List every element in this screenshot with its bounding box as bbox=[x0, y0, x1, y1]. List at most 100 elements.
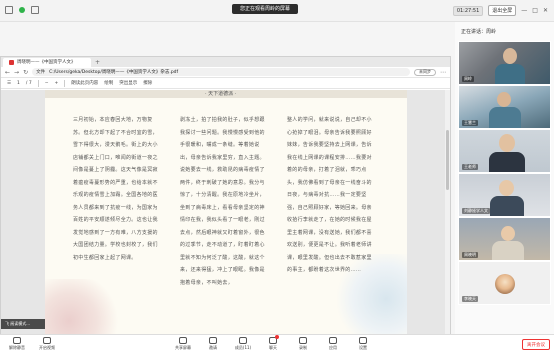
page-current[interactable]: 1 bbox=[17, 81, 20, 86]
share-screen-icon bbox=[179, 337, 187, 344]
minimize-button[interactable]: — bbox=[521, 7, 527, 14]
share-banner: 您正在观看周岭的屏幕 bbox=[232, 4, 299, 14]
pdf-icon bbox=[9, 59, 14, 65]
apps-label: 应用 bbox=[329, 345, 337, 350]
mute-button[interactable]: 解除静音 bbox=[2, 337, 32, 351]
participant-face bbox=[499, 134, 515, 152]
chat-label: 聊天 bbox=[269, 345, 277, 350]
page-header: · 天下道德派 · bbox=[205, 91, 237, 97]
camera-icon bbox=[43, 337, 51, 344]
participant-name: 周岭 bbox=[462, 76, 474, 82]
participant-tile[interactable]: 王老师 bbox=[458, 129, 551, 173]
text-column-2: 剥冻土，拍了拍我的肚子，似乎想跟我探讨一些问题。我慢慢感受到他的手很暖和，嘴成一… bbox=[180, 117, 265, 286]
members-button[interactable]: 成员(11) bbox=[228, 337, 258, 351]
leave-meeting-button[interactable]: 离开会议 bbox=[522, 339, 550, 350]
invite-icon bbox=[209, 337, 217, 344]
new-tab-button[interactable]: + bbox=[95, 59, 100, 66]
url-prefix: 文件 bbox=[36, 70, 46, 75]
avatar bbox=[495, 274, 515, 294]
participant-tile[interactable]: 王慧兰 bbox=[458, 85, 551, 129]
pdf-scrollbar[interactable] bbox=[445, 90, 450, 334]
meeting-timer: 01:27:51 bbox=[452, 5, 484, 16]
participant-face bbox=[497, 92, 511, 107]
flower-decoration bbox=[45, 279, 125, 334]
browser-tab-strip: 周晓明——《中国资学人文》 + bbox=[1, 57, 450, 67]
participant-face bbox=[503, 48, 517, 64]
participant-name: 周晓明 bbox=[462, 252, 478, 258]
profile-button[interactable]: 未同步 bbox=[414, 68, 436, 76]
participant-body bbox=[492, 241, 524, 260]
participant-face bbox=[499, 180, 514, 196]
highlight-button[interactable]: 突出显示 bbox=[119, 80, 137, 86]
chat-button[interactable]: 聊天 bbox=[258, 335, 288, 351]
video-button[interactable]: 开启视频 bbox=[32, 337, 62, 351]
browser-tab[interactable]: 周晓明——《中国资学人文》 bbox=[3, 57, 91, 67]
record-label: 录制 bbox=[299, 345, 307, 350]
participant-body bbox=[489, 107, 521, 128]
invite-label: 邀请 bbox=[209, 345, 217, 350]
info-icon[interactable] bbox=[5, 6, 13, 14]
participant-tile[interactable]: 周岭 bbox=[458, 41, 551, 85]
members-icon bbox=[239, 337, 247, 344]
shared-browser-window: 周晓明——《中国资学人文》 + ← → ↻ 文件 C:/Users/geka/D… bbox=[0, 56, 451, 334]
refresh-icon[interactable]: ↻ bbox=[23, 69, 28, 76]
zoom-in-button[interactable]: + bbox=[55, 81, 59, 86]
address-bar-row: ← → ↻ 文件 C:/Users/geka/Desktop/周晓明——《中国资… bbox=[1, 67, 450, 78]
apps-icon bbox=[329, 337, 337, 344]
contents-icon[interactable]: ☰ bbox=[7, 81, 11, 86]
chat-icon bbox=[269, 335, 279, 344]
more-icon[interactable]: ⋯ bbox=[440, 69, 446, 76]
apps-button[interactable]: 应用 bbox=[318, 337, 348, 351]
settings-label: 设置 bbox=[359, 345, 367, 350]
meeting-topbar: 您正在观看周岭的屏幕 01:27:51 退出全屏 — □ ✕ bbox=[0, 0, 554, 22]
maximize-button[interactable]: □ bbox=[532, 7, 538, 14]
read-aloud-button[interactable]: 朗读此页内容 bbox=[71, 80, 98, 86]
invite-button[interactable]: 邀请 bbox=[198, 337, 228, 351]
zoom-out-icon[interactable]: − bbox=[45, 81, 49, 86]
record-icon bbox=[299, 337, 307, 344]
url-path: C:/Users/geka/Desktop/周晓明——《中国资学人文》杂志.pd… bbox=[49, 70, 179, 75]
exit-fullscreen-button[interactable]: 退出全屏 bbox=[488, 5, 517, 16]
security-icon[interactable] bbox=[31, 6, 39, 14]
participant-name: 李晓天 bbox=[462, 296, 478, 302]
back-icon[interactable]: ← bbox=[5, 69, 10, 76]
unread-badge bbox=[275, 335, 279, 339]
settings-button[interactable]: 设置 bbox=[348, 337, 378, 351]
settings-icon bbox=[359, 337, 367, 344]
pdf-viewport[interactable]: · 天下道德派 · 三月初始，本应春回大地，万物复苏。但北方却下起了不合时宜的雪… bbox=[1, 90, 450, 334]
record-button[interactable]: 录制 bbox=[288, 337, 318, 351]
mute-label: 解除静音 bbox=[9, 345, 25, 350]
participant-tile[interactable]: 李晓天 bbox=[458, 261, 551, 305]
text-column-3: 整人的学问，就来说说，自己却不小心抢掉了眼泪。母亲告诉我要照顾好妹妹，告诉我要坚… bbox=[287, 117, 372, 273]
participant-name: 王慧兰 bbox=[462, 120, 478, 126]
participant-face bbox=[501, 226, 515, 241]
erase-button[interactable]: 擦除 bbox=[143, 80, 152, 86]
forward-icon[interactable]: → bbox=[14, 69, 19, 76]
scrollbar-thumb[interactable] bbox=[446, 130, 449, 190]
participant-body bbox=[489, 152, 525, 172]
video-label: 开启视频 bbox=[39, 345, 55, 350]
members-label: 成员(11) bbox=[234, 345, 252, 350]
share-label: 共享屏幕 bbox=[175, 345, 191, 350]
topbar-right: 01:27:51 退出全屏 — □ ✕ bbox=[452, 5, 548, 16]
share-screen-button[interactable]: 共享屏幕 bbox=[168, 337, 198, 351]
pdf-toolbar: ☰ 1 / 7 − + 朗读此页内容 绘制 突出显示 擦除 bbox=[1, 78, 450, 89]
tab-title: 周晓明——《中国资学人文》 bbox=[17, 60, 76, 65]
close-button[interactable]: ✕ bbox=[543, 7, 548, 14]
reading-mode-tag[interactable]: 飞 阅读模式... bbox=[1, 319, 45, 329]
toolbar-divider bbox=[37, 79, 39, 87]
participant-body bbox=[495, 64, 525, 84]
pdf-page: · 天下道德派 · 三月初始，本应春回大地，万物复苏。但北方却下起了不合时宜的雪… bbox=[45, 90, 407, 334]
address-bar[interactable]: 文件 C:/Users/geka/Desktop/周晓明——《中国资学人文》杂志… bbox=[32, 68, 410, 76]
participant-name: 刘静娅学人文 bbox=[462, 208, 490, 214]
mic-icon bbox=[13, 337, 21, 344]
network-status-icon bbox=[19, 7, 25, 13]
topbar-left-icons bbox=[5, 6, 39, 14]
participant-tile[interactable]: 周晓明 bbox=[458, 217, 551, 261]
speaking-indicator: 正在讲话：周岭 bbox=[461, 29, 497, 35]
toolbar-divider bbox=[64, 79, 66, 87]
draw-button[interactable]: 绘制 bbox=[104, 80, 113, 86]
meeting-controls: 解除静音 开启视频 共享屏幕 邀请 成员(11) 聊天 录制 应用 设置 离开会… bbox=[0, 334, 554, 353]
participants-panel: 正在讲话：周岭 周岭 王慧兰 王老师 刘静娅学人文 周晓明 李晓天 bbox=[455, 22, 554, 334]
participant-tile[interactable]: 刘静娅学人文 bbox=[458, 173, 551, 217]
